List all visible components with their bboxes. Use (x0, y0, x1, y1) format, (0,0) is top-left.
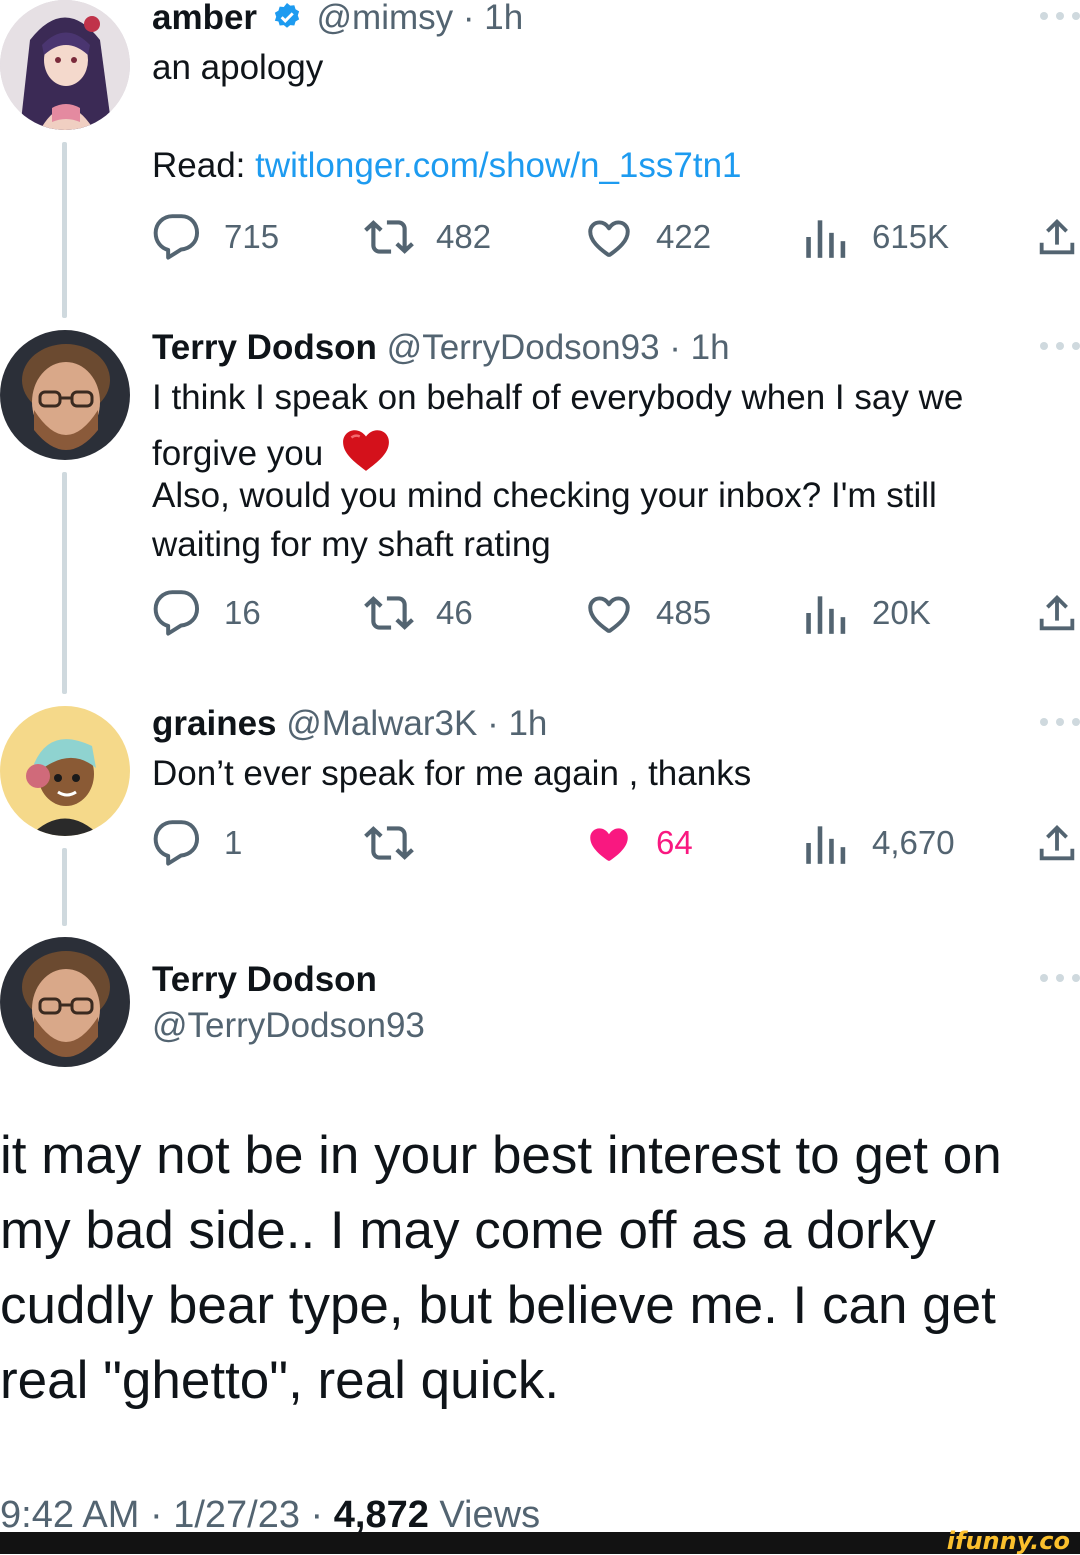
views-icon (800, 212, 850, 262)
tweet-read-line: Read: twitlonger.com/show/n_1ss7tn1 (152, 146, 742, 186)
tweet-text-fragment: forgive you (152, 434, 324, 473)
tweet-text-line: waiting for my shaft rating (152, 525, 551, 564)
retweet-button[interactable] (364, 818, 436, 868)
tweet-text-line-with-emoji: forgive you (152, 427, 391, 474)
retweet-icon (364, 212, 414, 262)
more-options-icon[interactable] (1040, 972, 1080, 984)
red-heart-emoji-icon (343, 430, 389, 471)
display-name[interactable]: graines (152, 704, 277, 743)
retweet-button[interactable]: 482 (364, 212, 491, 262)
man-with-glasses-avatar-icon (0, 937, 130, 1067)
main-handle[interactable]: @TerryDodson93 (152, 1006, 425, 1046)
avatar-graines[interactable] (0, 706, 130, 836)
man-with-glasses-avatar-icon (0, 330, 130, 460)
like-button[interactable]: 64 (584, 818, 693, 868)
avatar-terry-dodson-main[interactable] (0, 937, 130, 1067)
views-button[interactable]: 615K (800, 212, 949, 262)
thread-line (62, 142, 67, 318)
reply-count: 16 (224, 594, 261, 631)
tweet-actions: 1 64 4,670 (152, 818, 1080, 868)
reply-icon (152, 818, 202, 868)
reply-button[interactable]: 715 (152, 212, 279, 262)
anime-girl-avatar-icon (0, 0, 130, 130)
more-options-icon[interactable] (1040, 10, 1080, 22)
share-icon (1034, 588, 1080, 638)
avatar-amber[interactable] (0, 0, 130, 130)
like-icon (584, 588, 634, 638)
share-icon (1034, 212, 1080, 262)
reply-button[interactable]: 16 (152, 588, 261, 638)
reply-count: 1 (224, 824, 243, 861)
tweet-text-line: I think I speak on behalf of everybody w… (152, 378, 964, 417)
tweet-text-line: Also, would you mind checking your inbox… (152, 476, 937, 515)
views-button[interactable]: 4,670 (800, 818, 955, 868)
tweet-header: Terry Dodson @TerryDodson93 · 1h (152, 328, 730, 368)
more-options-icon[interactable] (1040, 716, 1080, 728)
share-button[interactable] (1034, 212, 1080, 262)
like-button[interactable]: 422 (584, 212, 711, 262)
avatar-terry-dodson[interactable] (0, 330, 130, 460)
views-count: 20K (872, 594, 931, 631)
share-button[interactable] (1034, 588, 1080, 638)
views-count: 615K (872, 218, 950, 255)
reply-button[interactable]: 1 (152, 818, 242, 868)
reply-icon (152, 212, 202, 262)
share-button[interactable] (1034, 818, 1080, 868)
views-icon (800, 588, 850, 638)
share-icon (1034, 818, 1080, 868)
like-count: 64 (656, 824, 693, 861)
cartoon-headphones-avatar-icon (0, 706, 130, 836)
retweet-count: 482 (436, 218, 492, 255)
handle-time: @mimsy · 1h (316, 0, 524, 37)
like-count: 422 (656, 218, 712, 255)
views-label: Views (428, 1494, 541, 1536)
views-count: 4,670 (872, 824, 955, 861)
tweet-header: amber @mimsy · 1h (152, 0, 523, 38)
verified-badge-icon (274, 3, 299, 28)
tweet-actions: 715 482 422 615K (152, 212, 1080, 262)
main-tweet-text: it may not be in your best interest to g… (0, 1126, 1002, 1410)
tweet-actions: 16 46 485 20K (152, 588, 1080, 638)
views-button[interactable]: 20K (800, 588, 931, 638)
like-filled-icon (584, 818, 634, 868)
retweet-icon (364, 818, 414, 868)
tweet-header: graines @Malwar3K · 1h (152, 704, 547, 744)
handle-time: @TerryDodson93 · 1h (386, 328, 730, 367)
tweet-text-line: an apology (152, 48, 324, 87)
like-count: 485 (656, 594, 712, 631)
reply-icon (152, 588, 202, 638)
watermark-bar (0, 1532, 1080, 1554)
views-count: 4,872 (333, 1494, 429, 1536)
retweet-button[interactable]: 46 (364, 588, 473, 638)
tweet-metadata: 9:42 AM · 1/27/23 · 4,872 Views (0, 1493, 540, 1537)
more-options-icon[interactable] (1040, 340, 1080, 352)
like-icon (584, 212, 634, 262)
views-icon (800, 818, 850, 868)
read-label: Read: (152, 146, 246, 185)
ifunny-watermark-logo: ifunny.co (946, 1527, 1070, 1555)
display-name[interactable]: amber (152, 0, 257, 37)
thread-line (62, 848, 67, 926)
display-name[interactable]: Terry Dodson (152, 328, 377, 367)
twitlonger-link[interactable]: twitlonger.com/show/n_1ss7tn1 (255, 146, 741, 185)
main-display-name[interactable]: Terry Dodson (152, 960, 377, 1000)
thread-line (62, 472, 67, 694)
handle-time: @Malwar3K · 1h (286, 704, 548, 743)
retweet-icon (364, 588, 414, 638)
like-button[interactable]: 485 (584, 588, 711, 638)
retweet-count: 46 (436, 594, 473, 631)
tweet-text-line: Don’t ever speak for me again , thanks (152, 754, 752, 793)
reply-count: 715 (224, 218, 280, 255)
tweet-timestamp[interactable]: 9:42 AM · 1/27/23 · (0, 1494, 334, 1536)
